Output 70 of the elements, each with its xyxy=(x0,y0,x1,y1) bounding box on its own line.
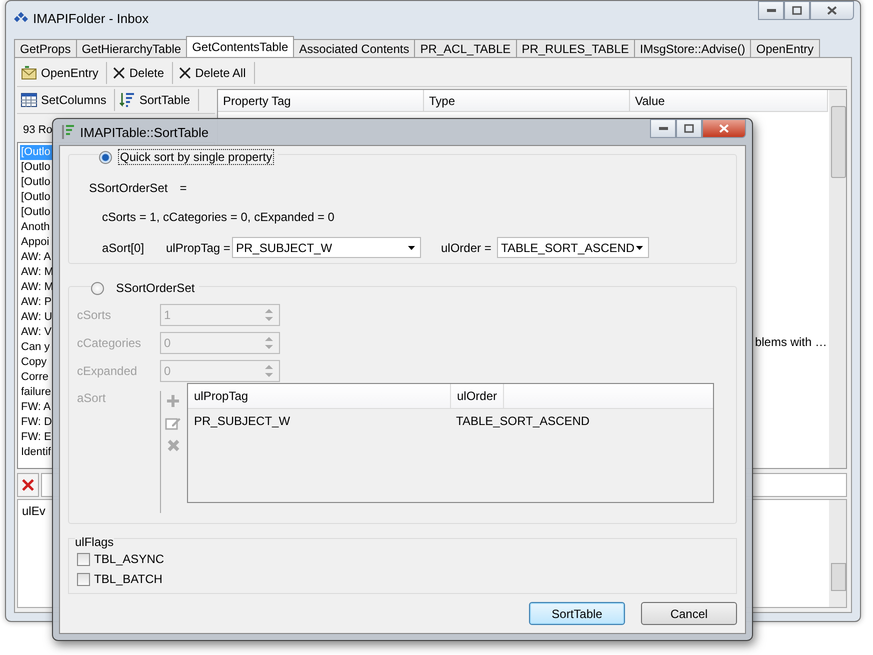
column-header[interactable]: Value xyxy=(630,90,828,111)
envelope-icon xyxy=(21,66,37,80)
maximize-button[interactable] xyxy=(784,1,810,20)
label: ulPropTag = xyxy=(166,240,232,254)
toolbar-button[interactable]: SetColumns xyxy=(17,89,116,111)
notification-text: ulEv xyxy=(22,504,46,518)
close-button[interactable] xyxy=(702,119,746,138)
window-title: IMAPIFolder - Inbox xyxy=(33,10,149,26)
tab[interactable]: PR_RULES_TABLE xyxy=(516,39,635,57)
close-icon xyxy=(719,124,729,133)
property-dropdown[interactable]: PR_SUBJECT_W xyxy=(232,237,421,258)
field-label: cCategories xyxy=(77,336,142,350)
tab[interactable]: IMsgStore::Advise() xyxy=(634,39,752,57)
minimize-button[interactable] xyxy=(758,1,784,20)
label: ulOrder = xyxy=(441,240,492,254)
close-icon xyxy=(827,6,837,15)
field-label: aSort xyxy=(77,391,107,407)
tab[interactable]: GetProps xyxy=(14,39,77,57)
table-icon xyxy=(21,93,37,107)
caret-icon xyxy=(408,246,415,250)
field-label: cExpanded xyxy=(77,364,138,378)
field-label: cSorts xyxy=(77,308,112,322)
spinner-arrows-icon xyxy=(265,336,273,350)
spinner-arrows-icon xyxy=(265,308,273,322)
tab[interactable]: Associated Contents xyxy=(293,39,416,57)
column-header[interactable]: Property Tag xyxy=(218,90,424,111)
spinner-arrows-icon xyxy=(265,364,273,378)
scrollbar[interactable] xyxy=(829,500,846,607)
tab[interactable]: GetContentsTable xyxy=(186,36,294,57)
minimize-button[interactable] xyxy=(650,119,676,138)
dialog-button[interactable]: Cancel xyxy=(641,602,737,625)
tab[interactable]: OpenEntry xyxy=(750,39,820,57)
radio-button[interactable] xyxy=(99,150,112,164)
close-button[interactable] xyxy=(810,1,854,20)
counts-text: cSorts = 1, cCategories = 0, cExpanded = 0 xyxy=(101,210,336,224)
radio-label[interactable]: Quick sort by single property xyxy=(118,149,274,165)
tab[interactable]: GetHierarchyTable xyxy=(76,39,188,57)
minimize-icon xyxy=(766,9,776,12)
label: SSortOrderSet xyxy=(89,181,168,195)
sort-icon xyxy=(119,92,136,108)
label: = xyxy=(180,181,187,195)
close-icon xyxy=(179,67,192,79)
row-count: 93 Ro xyxy=(23,124,52,136)
toolbar-button[interactable]: Delete All xyxy=(175,62,255,84)
maximize-button[interactable] xyxy=(676,119,702,138)
scrollbar[interactable] xyxy=(829,90,846,468)
checkbox-label[interactable]: TBL_BATCH xyxy=(94,572,162,586)
toolbar-button[interactable]: SortTable xyxy=(115,89,200,111)
minimize-icon xyxy=(658,127,668,130)
checkbox[interactable] xyxy=(77,552,90,566)
label: aSort[0] xyxy=(102,240,146,254)
toolbar-button[interactable]: Delete xyxy=(109,62,174,84)
group-title: ulFlags xyxy=(75,535,114,549)
order-dropdown[interactable]: TABLE_SORT_ASCEND xyxy=(497,237,649,258)
table-cell: blems with … xyxy=(754,335,827,349)
checkbox-label[interactable]: TBL_ASYNC xyxy=(94,552,164,566)
maximize-icon xyxy=(792,6,802,15)
toolbar-button[interactable]: OpenEntry xyxy=(17,62,108,84)
tab[interactable]: PR_ACL_TABLE xyxy=(414,39,517,57)
delete-button[interactable] xyxy=(17,473,39,497)
dialog-title: IMAPITable::SortTable xyxy=(80,124,209,140)
sort-icon xyxy=(61,124,75,140)
checkbox[interactable] xyxy=(77,572,90,586)
column-header[interactable]: Type xyxy=(424,90,630,111)
close-icon xyxy=(22,479,34,491)
maximize-icon xyxy=(684,124,694,133)
dialog-button[interactable]: SortTable xyxy=(529,602,625,625)
diamonds-icon xyxy=(14,12,28,24)
caret-icon xyxy=(636,246,643,250)
close-icon xyxy=(113,67,126,79)
